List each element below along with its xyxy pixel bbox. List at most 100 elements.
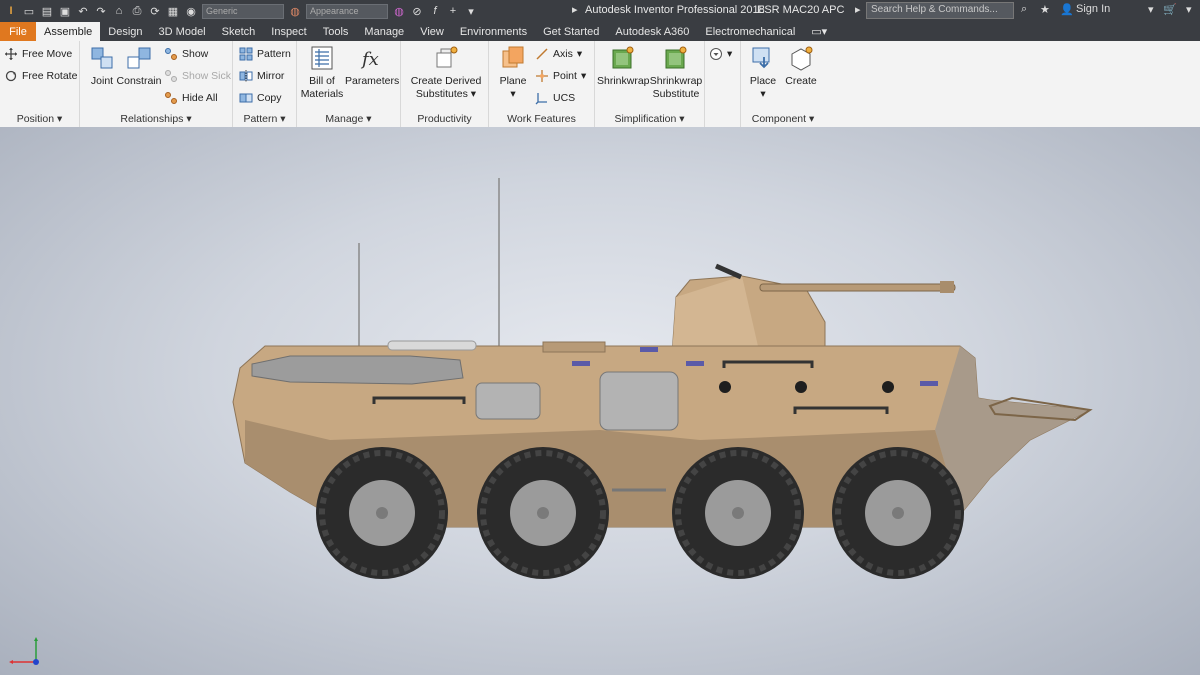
cart-icon[interactable]: 🛒: [1163, 3, 1177, 16]
sign-in-dropdown-icon[interactable]: ▾: [1148, 3, 1154, 16]
appearance-icon[interactable]: ◍: [288, 4, 302, 18]
panel-relationships-label[interactable]: Relationships ▾: [80, 113, 232, 125]
open-icon[interactable]: ▤: [40, 4, 54, 18]
panel-position-label[interactable]: Position ▾: [0, 113, 79, 125]
free-move-button[interactable]: Free Move: [4, 45, 72, 63]
quick-access-toolbar: I ▭ ▤ ▣ ↶ ↷ ⌂ ⎙ ⟳ ▦ ◉ Generic ◍ Appearan…: [0, 0, 478, 22]
ribbon-tab-bar: File Assemble Design 3D Model Sketch Ins…: [0, 22, 1200, 41]
plane-button[interactable]: Plane ▾: [493, 45, 533, 101]
place-dropdown-icon[interactable]: ▾: [745, 88, 781, 101]
firing-port-2: [795, 381, 807, 393]
point-label: Point: [553, 70, 577, 82]
clear-appearance-icon[interactable]: ⊘: [410, 4, 424, 18]
show-sick-label: Show Sick: [182, 70, 232, 82]
help-dropdown-icon[interactable]: ▾: [1186, 3, 1192, 16]
material-dropdown[interactable]: Generic: [202, 3, 284, 19]
tab-get-started[interactable]: Get Started: [535, 22, 607, 41]
free-rotate-label: Free Rotate: [22, 70, 78, 82]
tab-manage[interactable]: Manage: [356, 22, 412, 41]
parameters-icon: fx: [360, 49, 379, 70]
extra-dropdown-button[interactable]: ▾: [709, 45, 732, 63]
function-icon[interactable]: f: [428, 4, 442, 18]
pattern-button[interactable]: Pattern: [239, 45, 291, 63]
tab-electromechanical[interactable]: Electromechanical: [697, 22, 803, 41]
tab-tools[interactable]: Tools: [315, 22, 357, 41]
update-icon[interactable]: ⟳: [148, 4, 162, 18]
ribbon-display-toggle-icon[interactable]: ▭▾: [803, 22, 835, 41]
mirror-label: Mirror: [257, 70, 285, 82]
constrain-button[interactable]: Constrain: [116, 45, 162, 88]
panel-pattern: Pattern Mirror Copy Pattern ▾: [233, 41, 297, 127]
parameters-button[interactable]: fx Parameters: [345, 45, 400, 88]
joint-button[interactable]: Joint: [84, 45, 120, 88]
shrinkwrap-substitute-icon: [665, 46, 687, 69]
ucs-button[interactable]: UCS: [535, 89, 575, 107]
save-icon[interactable]: ▣: [58, 4, 72, 18]
new-icon[interactable]: ▭: [22, 4, 36, 18]
search-binoculars-icon[interactable]: ⌕: [1021, 3, 1027, 16]
copy-label: Copy: [257, 92, 282, 104]
show-button[interactable]: Show: [164, 45, 208, 63]
bom-label-line1: Bill of: [309, 75, 335, 87]
favorites-star-icon[interactable]: ★: [1040, 3, 1050, 16]
marker-1: [572, 361, 590, 366]
tab-environments[interactable]: Environments: [452, 22, 535, 41]
print-icon[interactable]: ⎙: [130, 4, 144, 18]
point-icon: [536, 70, 548, 82]
parameters-label: Parameters: [345, 75, 400, 87]
tab-autodesk-a360[interactable]: Autodesk A360: [607, 22, 697, 41]
plus-icon[interactable]: +: [446, 4, 460, 18]
tab-assemble[interactable]: Assemble: [36, 22, 101, 41]
show-sick-button[interactable]: Show Sick: [164, 67, 231, 85]
gun-muzzle: [940, 281, 954, 293]
tab-3d-model[interactable]: 3D Model: [151, 22, 214, 41]
hide-all-button[interactable]: Hide All: [164, 89, 218, 107]
mirror-button[interactable]: Mirror: [239, 67, 284, 85]
constrain-icon: [127, 47, 151, 69]
place-button[interactable]: Place ▾: [745, 45, 781, 101]
axis-dropdown-icon[interactable]: ▾: [577, 48, 582, 60]
tab-inspect[interactable]: Inspect: [263, 22, 314, 41]
ucs-label: UCS: [553, 92, 576, 104]
inventor-logo-icon[interactable]: I: [4, 4, 18, 18]
create-button[interactable]: Create: [783, 45, 819, 88]
home-icon[interactable]: ⌂: [112, 4, 126, 18]
redo-icon[interactable]: ↷: [94, 4, 108, 18]
panel-simplification-label[interactable]: Simplification ▾: [595, 113, 704, 125]
panel-component: Place ▾ Create Component ▾: [741, 41, 825, 127]
search-input[interactable]: Search Help & Commands...: [866, 2, 1014, 19]
tab-file[interactable]: File: [0, 22, 36, 41]
user-icon[interactable]: 👤: [1060, 3, 1074, 16]
coordinate-triad-icon: [9, 637, 39, 665]
customize-icon[interactable]: ▾: [464, 4, 478, 18]
panel-component-label[interactable]: Component ▾: [741, 113, 825, 125]
tab-view[interactable]: View: [412, 22, 452, 41]
undo-icon[interactable]: ↶: [76, 4, 90, 18]
create-derived-substitutes-button[interactable]: Create Derived Substitutes ▾: [405, 45, 487, 101]
point-dropdown-icon[interactable]: ▾: [581, 70, 586, 82]
adjust-icon[interactable]: ◍: [392, 4, 406, 18]
sign-in-link[interactable]: Sign In: [1076, 3, 1110, 15]
shrinkwrap-icon: [612, 46, 634, 69]
axis-button[interactable]: Axis ▾: [535, 45, 582, 63]
dropdown-circle-icon: [710, 48, 722, 60]
side-hatch-small: [475, 382, 541, 420]
free-rotate-button[interactable]: Free Rotate: [4, 67, 77, 85]
point-button[interactable]: Point ▾: [535, 67, 586, 85]
wheel-1: [316, 447, 448, 579]
sphere-icon[interactable]: ◉: [184, 4, 198, 18]
shrinkwrap-button[interactable]: Shrinkwrap: [597, 45, 650, 88]
side-door: [599, 371, 679, 431]
panel-manage-label[interactable]: Manage ▾: [297, 113, 400, 125]
tab-sketch[interactable]: Sketch: [214, 22, 264, 41]
bill-of-materials-button[interactable]: Bill of Materials: [299, 45, 345, 101]
tab-design[interactable]: Design: [100, 22, 150, 41]
appearance-dropdown[interactable]: Appearance: [306, 3, 388, 19]
shrinkwrap-substitute-button[interactable]: Shrinkwrap Substitute: [649, 45, 703, 101]
plane-dropdown-icon[interactable]: ▾: [493, 88, 533, 101]
apc-model[interactable]: [0, 127, 1200, 675]
graphics-viewport[interactable]: [0, 127, 1200, 675]
copy-button[interactable]: Copy: [239, 89, 282, 107]
select-icon[interactable]: ▦: [166, 4, 180, 18]
panel-pattern-label[interactable]: Pattern ▾: [233, 113, 296, 125]
